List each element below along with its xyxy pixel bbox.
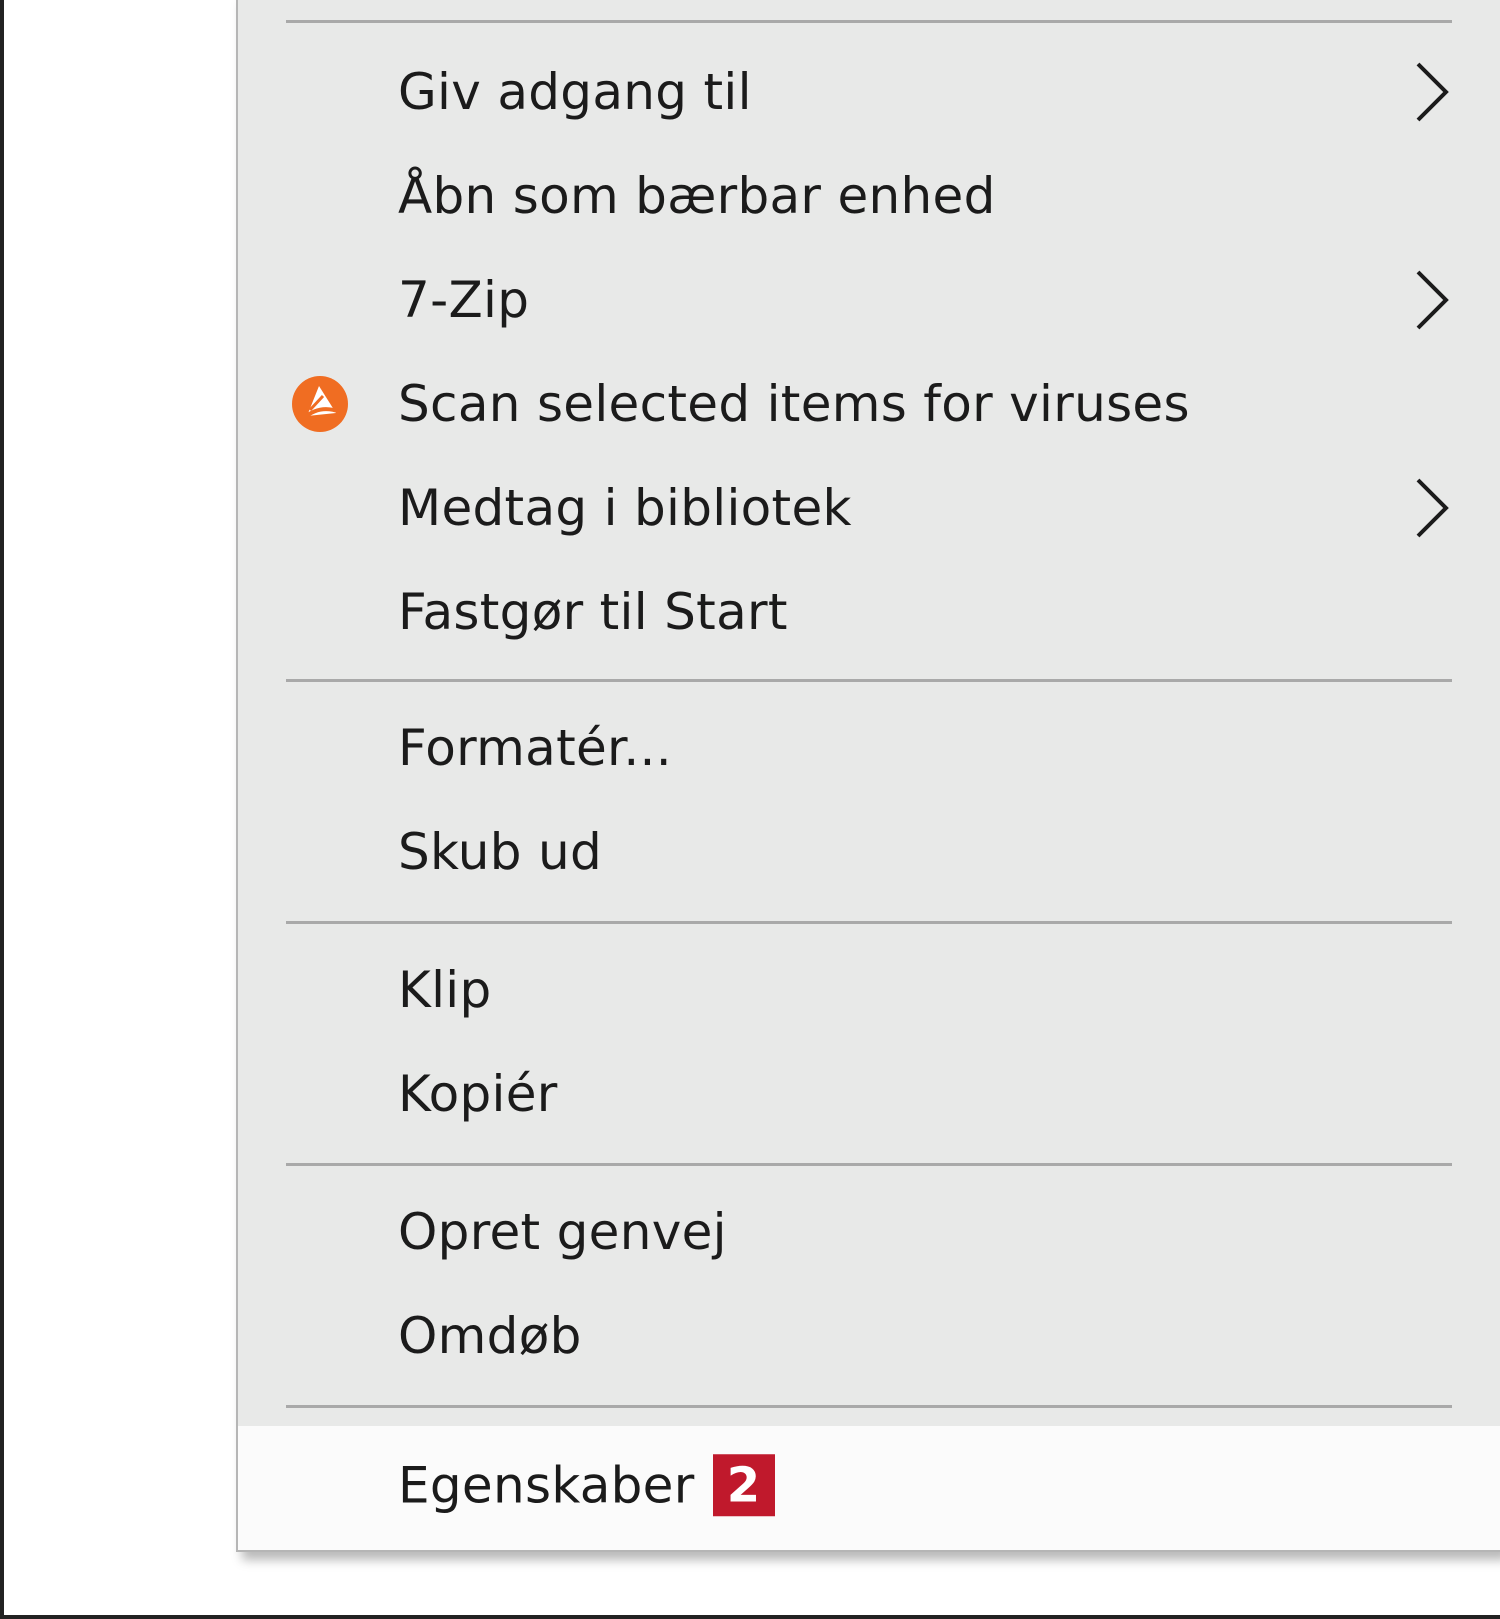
menu-item-label: Scan selected items for viruses (398, 375, 1190, 433)
menu-item-label: Fastgør til Start (398, 583, 788, 641)
menu-item-give-access[interactable]: Giv adgang til (238, 40, 1500, 144)
avast-antivirus-icon (292, 376, 348, 432)
menu-item-rename[interactable]: Omdøb (238, 1284, 1500, 1388)
menu-item-properties[interactable]: Egenskaber 2 (238, 1426, 1500, 1550)
menu-separator (286, 679, 1452, 682)
chevron-right-icon (1416, 270, 1449, 330)
menu-item-label: Opret genvej (398, 1203, 727, 1261)
menu-item-label: Omdøb (398, 1307, 582, 1365)
menu-separator (286, 1163, 1452, 1166)
properties-label: Egenskaber (398, 1456, 695, 1515)
menu-item-include-in-library[interactable]: Medtag i bibliotek (238, 456, 1500, 560)
chevron-right-icon (1416, 62, 1449, 122)
menu-item-copy[interactable]: Kopiér (238, 1042, 1500, 1146)
menu-item-label: Åbn som bærbar enhed (398, 167, 996, 225)
menu-item-cut[interactable]: Klip (238, 938, 1500, 1042)
menu-item-label: 7-Zip (398, 271, 530, 329)
menu-item-create-shortcut[interactable]: Opret genvej (238, 1180, 1500, 1284)
menu-item-format[interactable]: Formatér... (238, 696, 1500, 800)
menu-item-scan-viruses[interactable]: Scan selected items for viruses (238, 352, 1500, 456)
chevron-right-icon (1416, 478, 1449, 538)
menu-item-label: Egenskaber 2 (398, 1453, 775, 1520)
menu-item-label: Giv adgang til (398, 63, 752, 121)
menu-item-open-as-portable-device[interactable]: Åbn som bærbar enhed (238, 144, 1500, 248)
menu-item-7zip[interactable]: 7-Zip (238, 248, 1500, 352)
menu-item-label: Skub ud (398, 823, 603, 881)
menu-item-pin-to-start[interactable]: Fastgør til Start (238, 560, 1500, 664)
menu-item-eject[interactable]: Skub ud (238, 800, 1500, 904)
menu-separator (286, 921, 1452, 924)
menu-item-label: Formatér... (398, 719, 672, 777)
step-number-badge: 2 (712, 1453, 775, 1516)
menu-separator (286, 20, 1452, 23)
menu-item-label: Kopiér (398, 1065, 558, 1123)
menu-separator (286, 1405, 1452, 1408)
menu-item-label: Klip (398, 961, 492, 1019)
context-menu: Giv adgang til Åbn som bærbar enhed 7-Zi… (236, 0, 1500, 1552)
menu-item-label: Medtag i bibliotek (398, 479, 852, 537)
